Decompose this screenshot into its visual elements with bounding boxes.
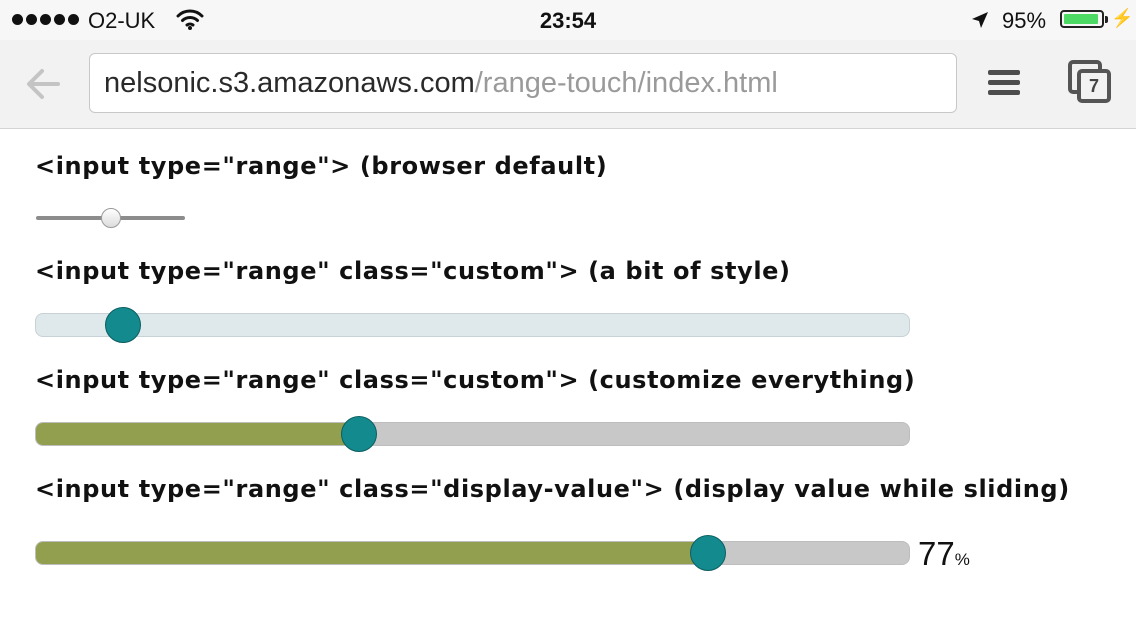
status-bar: O2-UK 23:54 95% ⚡ [0,0,1136,40]
battery-icon [1060,10,1108,28]
range-value: 77 [918,535,955,572]
range-value-unit: % [954,550,970,569]
section-heading-custom-style: <input type="range" class="custom"> (a b… [35,257,791,285]
tabs-button[interactable]: 7 [1068,60,1114,106]
charging-bolt-icon: ⚡ [1111,8,1134,28]
battery-percent: 95% [1002,8,1047,33]
range-value-display: 77% [918,535,970,573]
back-button[interactable] [22,64,66,104]
range-custom-style[interactable] [35,307,910,343]
menu-button[interactable] [988,70,1020,98]
address-bar[interactable]: nelsonic.s3.amazonaws.com/range-touch/in… [89,53,957,113]
range-thumb[interactable] [341,416,377,452]
section-heading-display-value: <input type="range" class="display-value… [35,475,1070,503]
browser-toolbar: nelsonic.s3.amazonaws.com/range-touch/in… [0,40,1136,129]
range-display-value[interactable] [35,535,910,571]
section-heading-customize-everything: <input type="range" class="custom"> (cus… [35,366,916,394]
menu-icon [988,70,1020,95]
url-path: /range-touch/index.html [474,67,778,99]
range-thumb[interactable] [105,307,142,343]
range-thumb[interactable] [690,535,727,571]
url-host: nelsonic.s3.amazonaws.com [104,67,475,99]
status-time: 23:54 [539,8,597,33]
range-thumb[interactable] [100,208,121,228]
range-customize-everything[interactable] [35,416,910,452]
back-arrow-icon [27,69,60,99]
range-fill [36,542,709,564]
range-fill [36,423,359,445]
location-arrow-icon [970,10,990,36]
range-default[interactable] [36,208,185,228]
tab-count: 7 [1077,69,1111,103]
section-heading-default: <input type="range"> (browser default) [35,152,608,180]
